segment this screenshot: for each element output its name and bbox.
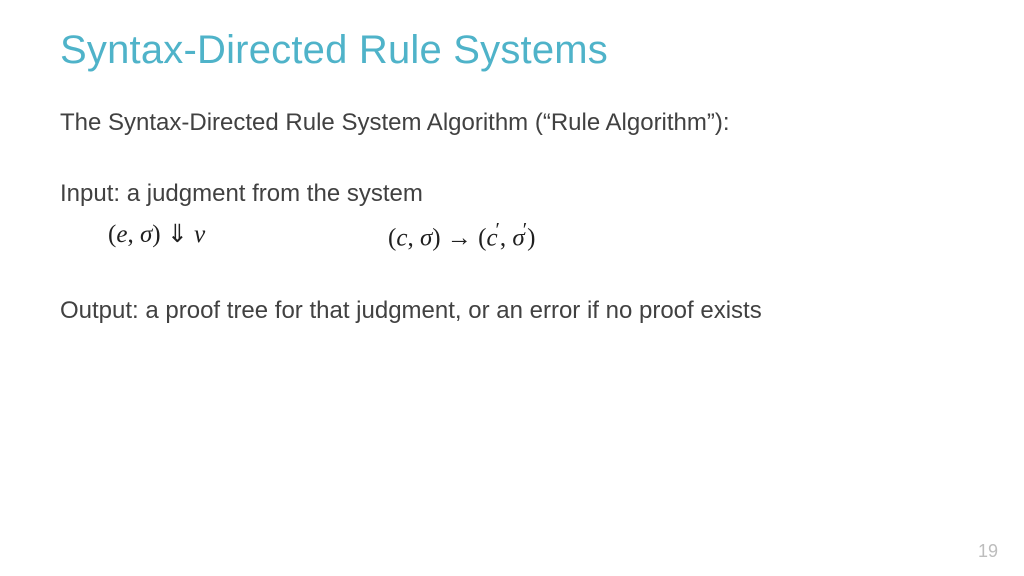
formula-expression-2: (c, σ) → (c′, σ′) — [388, 219, 535, 252]
slide-title: Syntax-Directed Rule Systems — [60, 28, 964, 73]
slide: Syntax-Directed Rule Systems The Syntax-… — [0, 0, 1024, 576]
input-text: Input: a judgment from the system — [60, 178, 964, 209]
right-arrow: → — [441, 225, 479, 252]
var-c: c — [396, 225, 407, 252]
output-text: Output: a proof tree for that judgment, … — [60, 295, 964, 326]
var-sigma: σ — [420, 225, 432, 252]
rparen: ) — [432, 225, 440, 252]
var-sigma: σ — [140, 221, 152, 248]
var-v: v — [194, 221, 205, 248]
rparen: ) — [527, 225, 535, 252]
rparen: ) — [152, 221, 160, 248]
comma: , — [407, 225, 420, 252]
intro-text: The Syntax-Directed Rule System Algorith… — [60, 107, 964, 138]
formula-expression-1: (e, σ) ⇓ v — [108, 219, 388, 252]
comma: , — [500, 225, 513, 252]
down-arrow: ⇓ — [161, 221, 194, 248]
comma: , — [127, 221, 140, 248]
var-e: e — [116, 221, 127, 248]
formula-row: (e, σ) ⇓ v (c, σ) → (c′, σ′) — [60, 219, 964, 252]
page-number: 19 — [978, 541, 998, 562]
